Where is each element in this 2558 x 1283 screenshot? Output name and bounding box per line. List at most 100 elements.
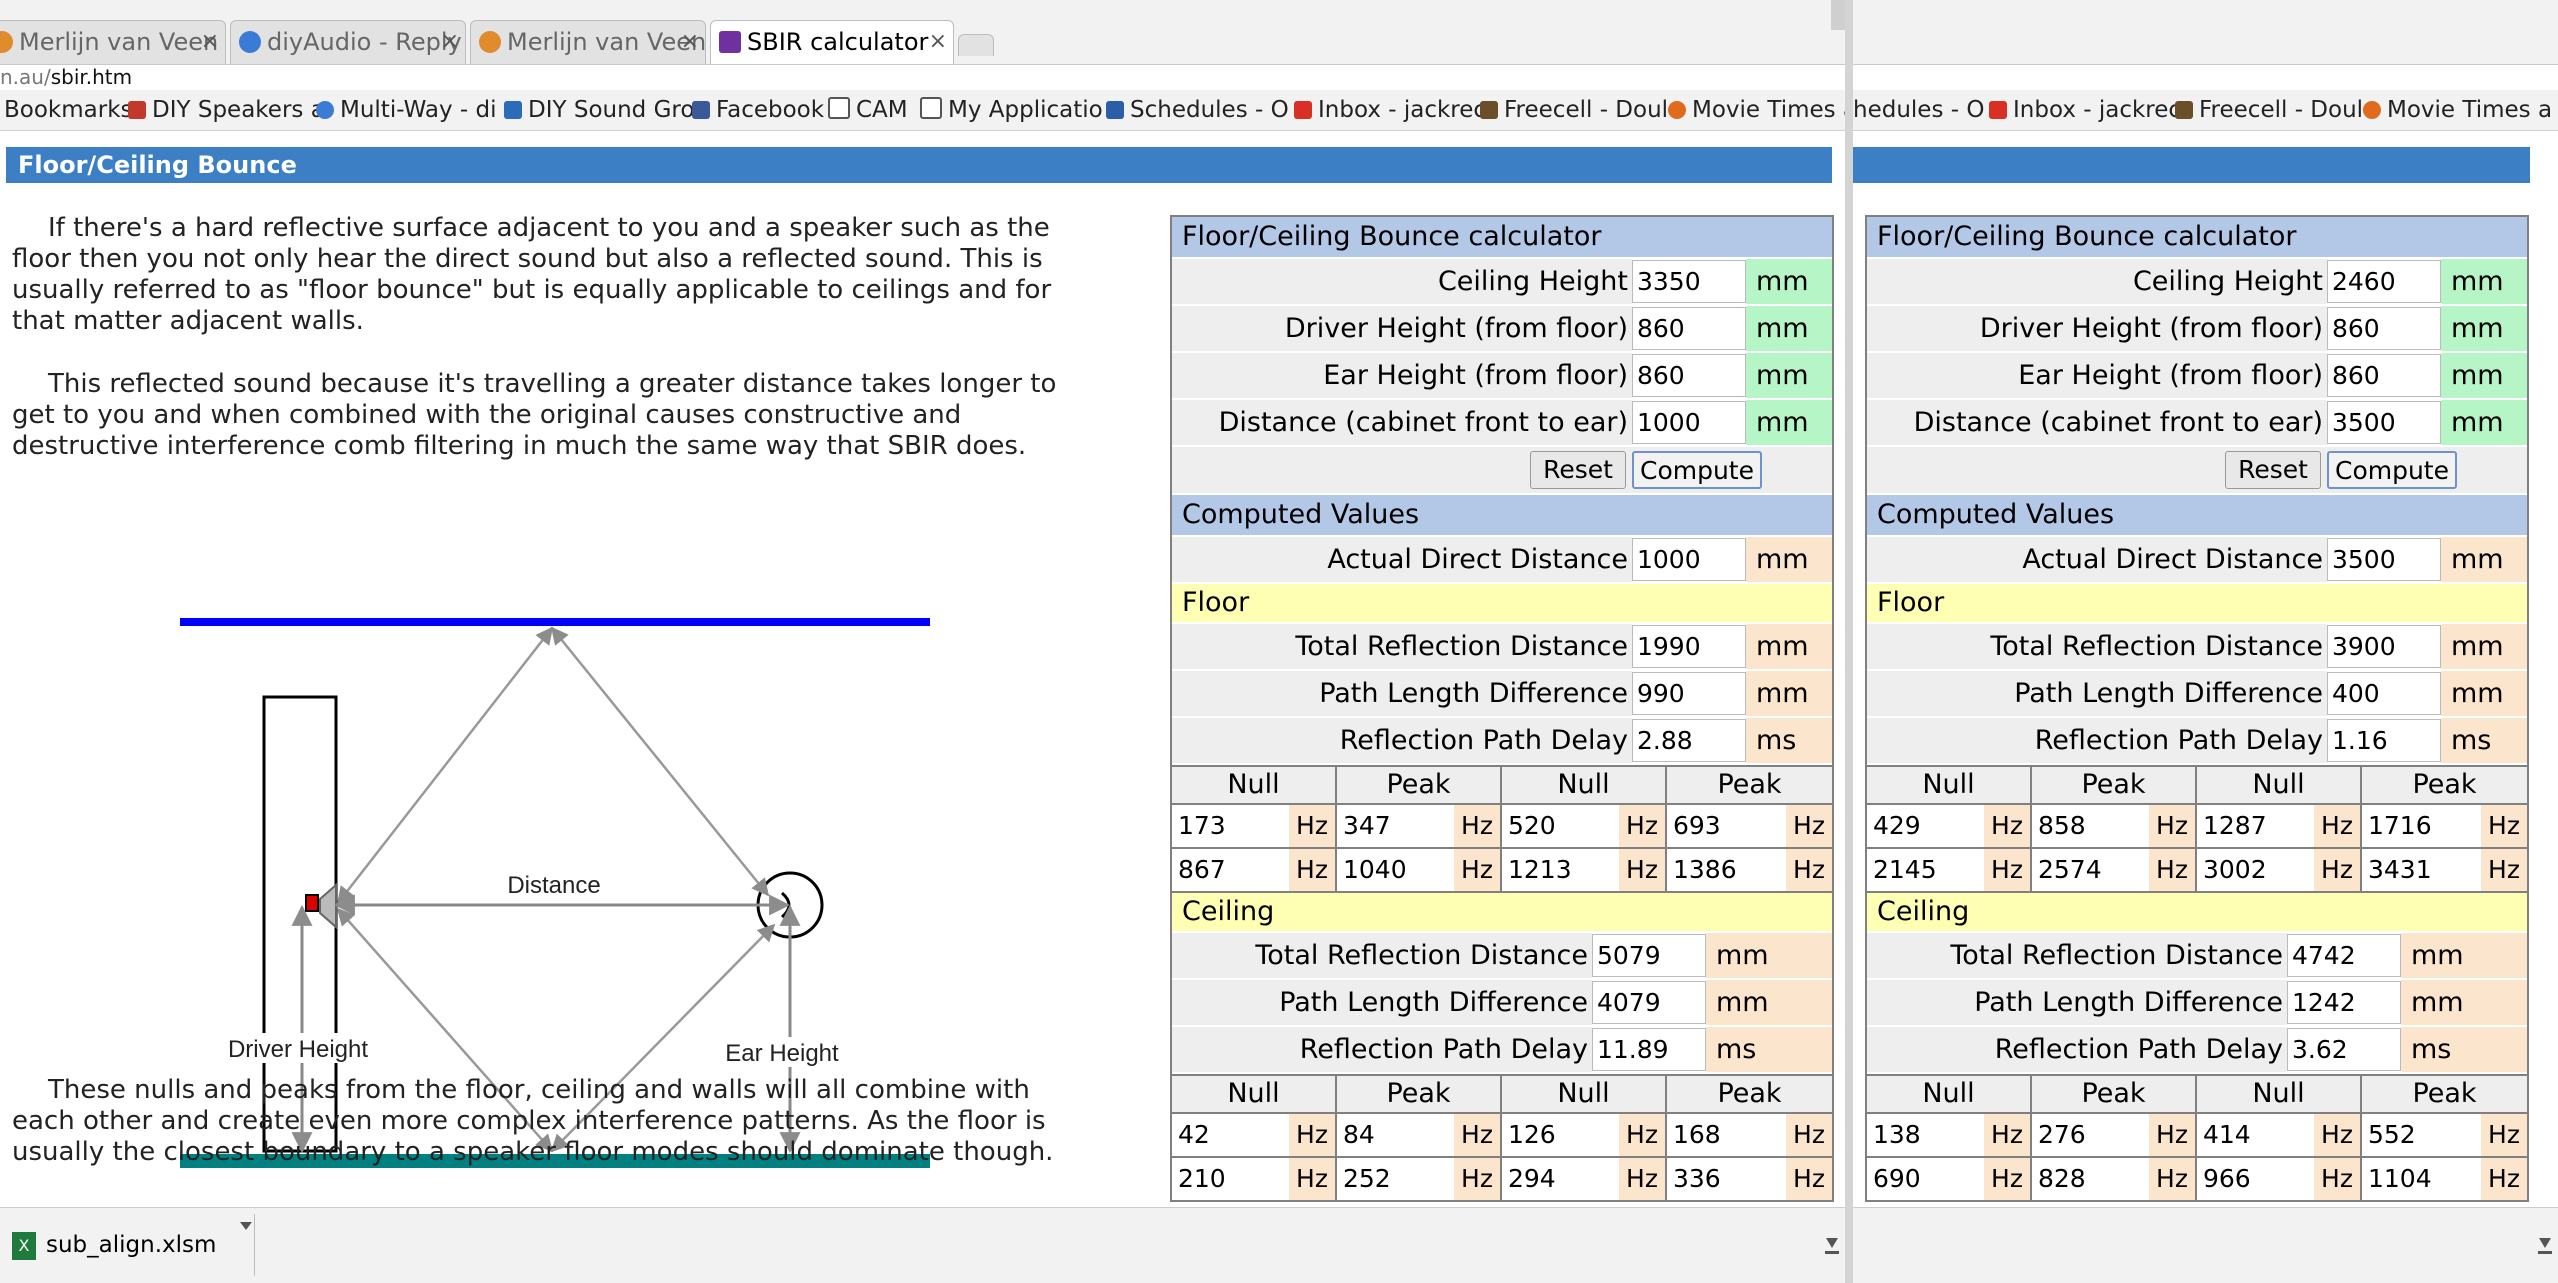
bookmark-freecell[interactable]: Freecell - Doul: [1480, 90, 1668, 130]
freq-value[interactable]: 1104: [2362, 1158, 2481, 1200]
close-icon[interactable]: ×: [441, 21, 459, 63]
freq-cell: 520 Hz: [1502, 803, 1667, 847]
freq-value[interactable]: 210: [1172, 1158, 1289, 1200]
compute-button[interactable]: Compute: [1632, 451, 1762, 489]
freq-value[interactable]: 520: [1502, 805, 1619, 847]
tab-sbir-calculator[interactable]: SBIR calculator ×: [710, 20, 954, 64]
tab-merlijn-2[interactable]: Merlijn van Veen ×: [470, 20, 706, 64]
bookmark-inbox[interactable]: Inbox - jackrec: [1294, 90, 1486, 130]
freq-value[interactable]: 966: [2197, 1158, 2314, 1200]
address-bar[interactable]: n.au/sbir.htm: [0, 64, 1845, 90]
floor-diff-value[interactable]: 400: [2327, 672, 2441, 715]
bookmark-schedules[interactable]: Schedules - O: [1106, 90, 1289, 130]
ceiling-diff-value[interactable]: 4079: [1592, 981, 1706, 1024]
close-icon[interactable]: ×: [201, 21, 219, 63]
ceiling-total-value[interactable]: 4742: [2287, 934, 2401, 977]
freq-value[interactable]: 294: [1502, 1158, 1619, 1200]
freq-value[interactable]: 1040: [1337, 849, 1454, 891]
distance-input[interactable]: 1000: [1632, 401, 1746, 444]
split-divider[interactable]: [1845, 0, 1853, 1283]
bookmark-schedules[interactable]: hedules - O: [1853, 90, 1984, 130]
bookmark-bookmarks[interactable]: Bookmarks: [4, 90, 133, 130]
freq-value[interactable]: 3431: [2362, 849, 2481, 891]
actual-direct-value[interactable]: 1000: [1632, 538, 1746, 581]
freq-value[interactable]: 690: [1867, 1158, 1984, 1200]
floor-total-value[interactable]: 1990: [1632, 625, 1746, 668]
freq-value[interactable]: 336: [1667, 1158, 1786, 1200]
bookmark-diy-speakers[interactable]: DIY Speakers a: [128, 90, 325, 130]
freq-value[interactable]: 3002: [2197, 849, 2314, 891]
ear-height-input[interactable]: 860: [2327, 354, 2441, 397]
download-chevron-icon[interactable]: [240, 1222, 252, 1232]
freq-value[interactable]: 42: [1172, 1114, 1289, 1156]
driver-cone: [319, 882, 337, 930]
freq-cell: 347 Hz: [1337, 803, 1502, 847]
window-scrollbar[interactable]: [1831, 0, 1845, 30]
freq-value[interactable]: 138: [1867, 1114, 1984, 1156]
freq-value[interactable]: 252: [1337, 1158, 1454, 1200]
ceiling-delay-value[interactable]: 3.62: [2287, 1028, 2401, 1071]
freq-value[interactable]: 1716: [2362, 805, 2481, 847]
distance-input[interactable]: 3500: [2327, 401, 2441, 444]
freq-value[interactable]: 867: [1172, 849, 1289, 891]
freq-value[interactable]: 347: [1337, 805, 1454, 847]
freq-value[interactable]: 828: [2032, 1158, 2149, 1200]
freq-value[interactable]: 2145: [1867, 849, 1984, 891]
close-icon[interactable]: ×: [681, 21, 699, 63]
download-arrow-icon[interactable]: [1825, 1232, 1839, 1254]
floor-total-value[interactable]: 3900: [2327, 625, 2441, 668]
driver-height-input[interactable]: 860: [2327, 307, 2441, 350]
unit-label: mm: [2441, 537, 2527, 582]
freq-value[interactable]: 693: [1667, 805, 1786, 847]
new-tab-button[interactable]: [958, 34, 994, 56]
bookmark-diy-sound-group[interactable]: DIY Sound Gro: [504, 90, 694, 130]
ceiling-height-input[interactable]: 3350: [1632, 260, 1746, 303]
tab-merlijn-1[interactable]: Merlijn van Veen ×: [0, 20, 226, 64]
floor-delay-value[interactable]: 1.16: [2327, 719, 2441, 762]
bookmark-multi-way[interactable]: Multi-Way - di: [316, 90, 496, 130]
peak-header: Peak: [1667, 1076, 1832, 1112]
bookmark-movie-times[interactable]: Movie Times a: [1668, 90, 1845, 130]
address-bar-right[interactable]: [1853, 64, 2558, 90]
bookmark-cam[interactable]: CAM: [828, 90, 908, 130]
freq-value[interactable]: 858: [2032, 805, 2149, 847]
bookmark-my-applications[interactable]: My Applicatio: [920, 90, 1103, 130]
floor-delay-value[interactable]: 2.88: [1632, 719, 1746, 762]
actual-direct-value[interactable]: 3500: [2327, 538, 2441, 581]
freq-value[interactable]: 429: [1867, 805, 1984, 847]
freq-value[interactable]: 168: [1667, 1114, 1786, 1156]
freq-value[interactable]: 84: [1337, 1114, 1454, 1156]
close-icon[interactable]: ×: [929, 21, 947, 63]
download-arrow-icon[interactable]: [2538, 1232, 2552, 1254]
freq-value[interactable]: 2574: [2032, 849, 2149, 891]
driver-height-label: Driver Height (from floor): [1172, 306, 1632, 351]
reset-button[interactable]: Reset: [2225, 451, 2321, 489]
diagram-ear-height-label: Ear Height: [725, 1040, 839, 1067]
floor-diff-value[interactable]: 990: [1632, 672, 1746, 715]
freq-value[interactable]: 1386: [1667, 849, 1786, 891]
ceiling-total-value[interactable]: 5079: [1592, 934, 1706, 977]
freq-value[interactable]: 173: [1172, 805, 1289, 847]
ceiling-delay-value[interactable]: 11.89: [1592, 1028, 1706, 1071]
tab-diyaudio[interactable]: diyAudio - Reply ×: [230, 20, 466, 64]
freq-value[interactable]: 276: [2032, 1114, 2149, 1156]
intro-paragraph: If there's a hard reflective surface adj…: [12, 213, 1052, 336]
freq-value[interactable]: 1213: [1502, 849, 1619, 891]
freq-value[interactable]: 1287: [2197, 805, 2314, 847]
reset-button[interactable]: Reset: [1530, 451, 1626, 489]
freq-value[interactable]: 552: [2362, 1114, 2481, 1156]
download-item[interactable]: Xsub_align.xlsm: [4, 1214, 255, 1276]
bookmark-freecell[interactable]: Freecell - Doul: [2175, 90, 2363, 130]
bookmark-facebook[interactable]: Facebook: [692, 90, 824, 130]
ear-height-input[interactable]: 860: [1632, 354, 1746, 397]
compute-button[interactable]: Compute: [2327, 451, 2457, 489]
ceiling-diff-value[interactable]: 1242: [2287, 981, 2401, 1024]
ceiling-height-input[interactable]: 2460: [2327, 260, 2441, 303]
freq-value[interactable]: 126: [1502, 1114, 1619, 1156]
bookmark-inbox[interactable]: Inbox - jackrec: [1989, 90, 2181, 130]
bookmark-movie-times[interactable]: Movie Times a: [2363, 90, 2552, 130]
ear-height-row: Ear Height (from floor) 860 mm: [1172, 353, 1832, 400]
freq-value[interactable]: 414: [2197, 1114, 2314, 1156]
driver-height-input[interactable]: 860: [1632, 307, 1746, 350]
ear-height-row: Ear Height (from floor) 860 mm: [1867, 353, 2527, 400]
